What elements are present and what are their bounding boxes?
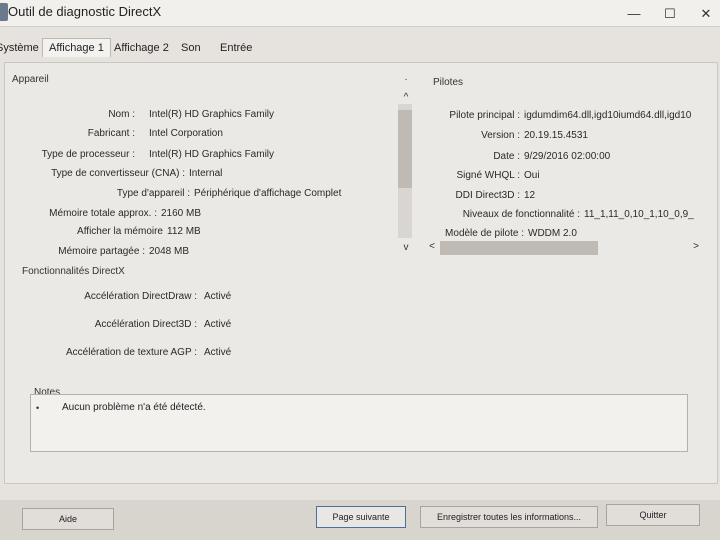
- scroll-down-arrow-icon[interactable]: v: [398, 242, 414, 253]
- display-memory-value: 112 MB: [167, 226, 201, 237]
- h-scroll-thumb[interactable]: [440, 241, 598, 255]
- direct3d-value: Activé: [204, 319, 232, 330]
- direct3d-label: Accélération Direct3D :: [94, 319, 197, 330]
- feature-levels-value: 11_1,11_0,10_1,10_0,9_: [584, 209, 694, 220]
- scroll-right-arrow-icon[interactable]: >: [688, 241, 704, 252]
- display-memory-label: Afficher la mémoire: [77, 226, 163, 237]
- dxdiag-window: Outil de diagnostic DirectX — ☐ ✕ Systèm…: [0, 0, 720, 540]
- main-driver-label: Pilote principal :: [449, 110, 520, 121]
- feature-levels-label: Niveaux de fonctionnalité :: [462, 209, 580, 220]
- device-group-heading: Appareil: [12, 74, 49, 85]
- tab-affichage-1[interactable]: Affichage 1: [42, 38, 111, 57]
- minimize-button[interactable]: —: [622, 6, 646, 21]
- agp-label: Accélération de texture AGP :: [65, 347, 197, 358]
- tab-bar: Système Affichage 1 Affichage 2 Son Entr…: [0, 38, 720, 62]
- help-button[interactable]: Aide: [22, 508, 114, 530]
- directdraw-value: Activé: [204, 291, 232, 302]
- close-button[interactable]: ✕: [694, 6, 718, 22]
- version-value: 20.19.15.4531: [524, 130, 588, 141]
- notes-item: Aucun problème n'a été détecté.: [62, 402, 206, 413]
- manufacturer-label: Fabricant :: [87, 128, 135, 139]
- whql-label: Signé WHQL :: [456, 170, 520, 181]
- scroll-up-arrow-icon[interactable]: ^: [398, 92, 414, 103]
- title-bar[interactable]: Outil de diagnostic DirectX — ☐ ✕: [0, 0, 720, 27]
- total-memory-value: 2160 MB: [161, 208, 202, 219]
- whql-value: Oui: [524, 170, 540, 181]
- window-title: Outil de diagnostic DirectX: [8, 4, 162, 19]
- date-value: 9/29/2016 02:00:00: [524, 151, 611, 162]
- scroll-dot-icon: ·: [404, 74, 408, 85]
- date-label: Date :: [493, 151, 520, 162]
- shared-memory-value: 2048 MB: [149, 246, 190, 257]
- device-type-label: Type d'appareil :: [116, 188, 190, 199]
- maximize-button[interactable]: ☐: [658, 6, 682, 22]
- device-type-value: Périphérique d'affichage Complet: [194, 188, 342, 199]
- save-all-button[interactable]: Enregistrer toutes les informations...: [420, 506, 598, 528]
- dxdiag-app-icon: [0, 3, 8, 21]
- features-group-heading: Fonctionnalités DirectX: [22, 266, 125, 277]
- scroll-left-arrow-icon[interactable]: <: [424, 241, 440, 252]
- total-memory-label: Mémoire totale approx. :: [49, 208, 157, 219]
- device-scrollbar[interactable]: · ^ v: [396, 74, 416, 256]
- manufacturer-value: Intel Corporation: [149, 128, 223, 139]
- agp-value: Activé: [204, 347, 232, 358]
- device-name-label: Nom :: [108, 109, 135, 120]
- main-driver-value: igdumdim64.dll,igd10iumd64.dll,igd10: [524, 110, 692, 121]
- device-name-value: Intel(R) HD Graphics Family: [149, 109, 275, 120]
- shared-memory-label: Mémoire partagée :: [58, 246, 145, 257]
- tab-affichage-2[interactable]: Affichage 2: [114, 42, 169, 54]
- driver-model-label: Modèle de pilote :: [445, 228, 524, 239]
- processor-type-label: Type de processeur :: [41, 149, 135, 160]
- driver-model-value: WDDM 2.0: [528, 228, 577, 239]
- processor-type-value: Intel(R) HD Graphics Family: [149, 149, 275, 160]
- directdraw-label: Accélération DirectDraw :: [84, 291, 197, 302]
- version-label: Version :: [481, 130, 520, 141]
- next-page-button[interactable]: Page suivante: [316, 506, 406, 528]
- drivers-group-heading: Pilotes: [433, 77, 464, 88]
- quit-button[interactable]: Quitter: [606, 504, 700, 526]
- ddi-label: DDI Direct3D :: [455, 190, 520, 201]
- drivers-scrollbar[interactable]: < >: [426, 240, 704, 256]
- tab-son[interactable]: Son: [181, 42, 201, 54]
- bullet-icon: •: [36, 403, 40, 413]
- scroll-thumb[interactable]: [398, 110, 412, 188]
- tab-entree[interactable]: Entrée: [220, 42, 252, 54]
- tab-systeme[interactable]: Système: [0, 42, 39, 54]
- dac-type-value: Internal: [189, 168, 223, 179]
- dac-type-label: Type de convertisseur (CNA) :: [51, 168, 185, 179]
- ddi-value: 12: [524, 190, 536, 201]
